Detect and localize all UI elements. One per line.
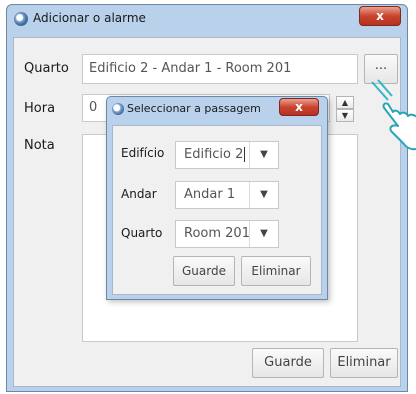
- hand-pointer-icon: [371, 79, 416, 151]
- room-label: Quarto: [24, 61, 69, 76]
- close-button[interactable]: x: [359, 6, 401, 26]
- window-title: Adicionar o alarme: [33, 11, 146, 25]
- dialog-titlebar[interactable]: Seleccionar a passagem x: [107, 97, 327, 121]
- window-titlebar[interactable]: Adicionar o alarme x: [7, 5, 407, 33]
- time-spin-down[interactable]: ▼: [336, 109, 354, 122]
- dialog-title: Seleccionar a passagem: [127, 102, 261, 115]
- dialog-room-label: Quarto: [121, 226, 163, 240]
- time-spin-up[interactable]: ▲: [336, 96, 354, 109]
- delete-button[interactable]: Eliminar: [330, 348, 398, 378]
- floor-select[interactable]: Andar 1 ▼: [175, 181, 279, 209]
- room-select[interactable]: Room 201 ▼: [175, 220, 279, 248]
- dialog-close-button[interactable]: x: [279, 98, 319, 116]
- room-select-value: Room 201: [184, 226, 250, 241]
- select-room-dialog: Seleccionar a passagem x Edifício Edific…: [106, 96, 328, 300]
- dialog-save-button[interactable]: Guarde: [173, 256, 235, 286]
- floor-select-value: Andar 1: [184, 187, 236, 202]
- room-field[interactable]: Edificio 2 - Andar 1 - Room 201: [82, 54, 358, 84]
- building-dropdown-icon[interactable]: ▼: [249, 142, 278, 168]
- time-label: Hora: [24, 101, 56, 116]
- building-label: Edifício: [121, 146, 165, 160]
- floor-label: Andar: [121, 187, 157, 201]
- dialog-app-icon: [112, 103, 124, 115]
- note-label: Nota: [24, 138, 55, 153]
- app-icon: [14, 12, 28, 26]
- floor-dropdown-icon[interactable]: ▼: [249, 182, 278, 208]
- dialog-client-area: Edifício Edificio 2 ▼ Andar Andar 1 ▼ Qu…: [112, 125, 322, 295]
- room-dropdown-icon[interactable]: ▼: [249, 221, 278, 247]
- save-button[interactable]: Guarde: [252, 348, 324, 378]
- building-select-value: Edificio 2: [184, 147, 246, 162]
- building-select[interactable]: Edificio 2 ▼: [175, 141, 279, 169]
- dialog-delete-button[interactable]: Eliminar: [241, 256, 311, 286]
